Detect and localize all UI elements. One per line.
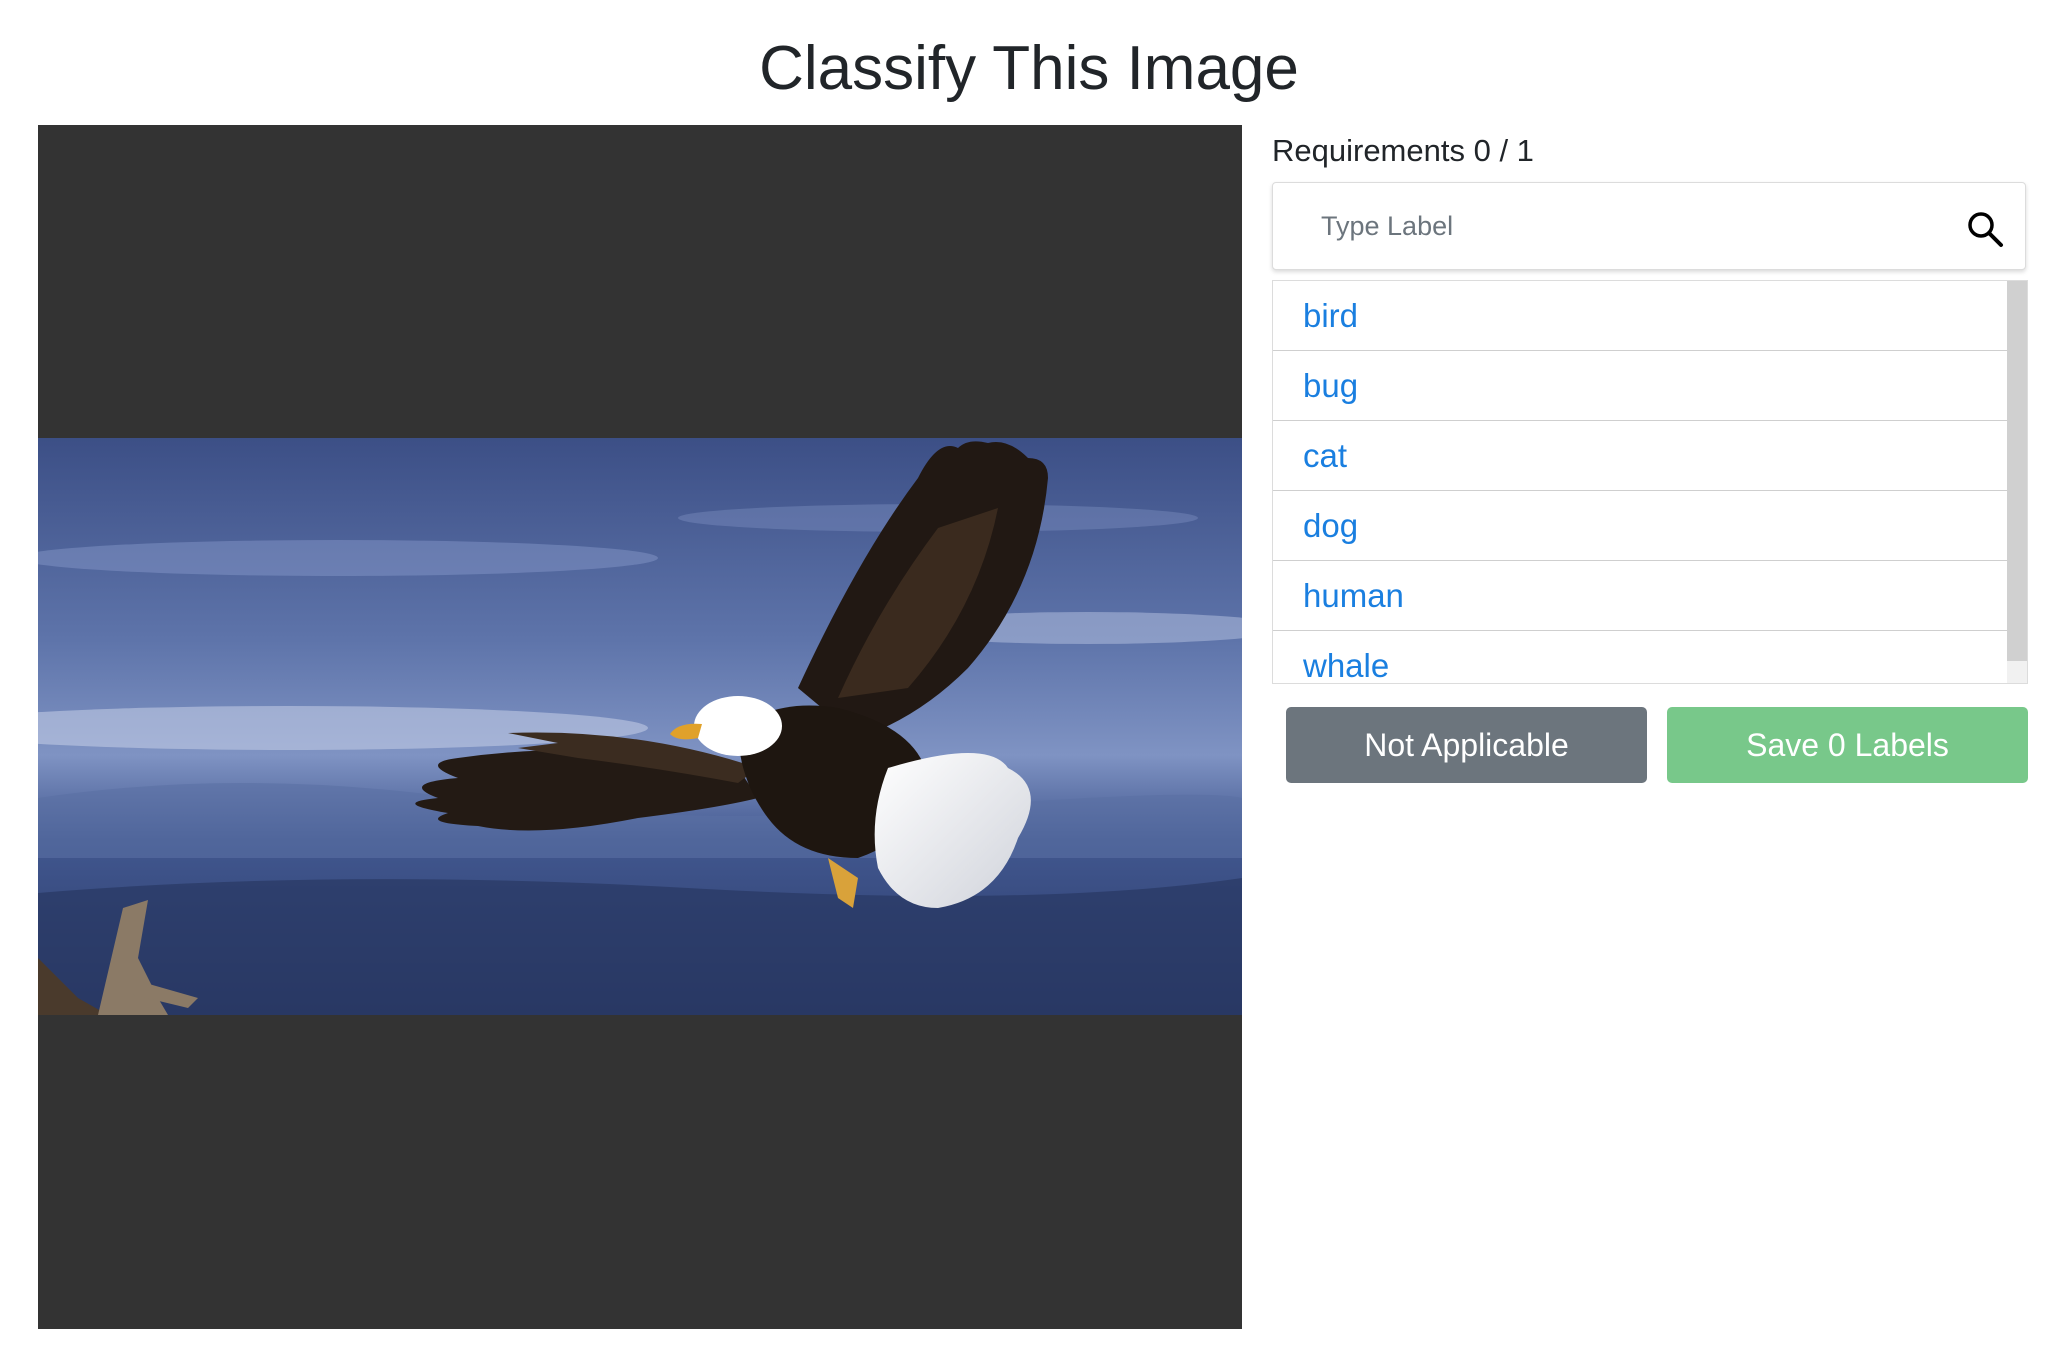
requirements-counter: Requirements 0 / 1 (1272, 133, 1534, 168)
search-icon[interactable] (1965, 209, 2005, 249)
list-item-bug[interactable]: bug (1273, 351, 2009, 421)
label-search-box[interactable] (1272, 182, 2026, 270)
list-item-bird[interactable]: bird (1273, 281, 2009, 351)
list-item-human[interactable]: human (1273, 561, 2009, 631)
label-list-scrollbar[interactable] (2007, 281, 2027, 683)
list-item-dog[interactable]: dog (1273, 491, 2009, 561)
save-labels-button[interactable]: Save 0 Labels (1667, 707, 2028, 783)
image-viewer (38, 125, 1242, 1329)
not-applicable-button[interactable]: Not Applicable (1286, 707, 1647, 783)
eagle-photo (38, 438, 1242, 1015)
list-item-whale[interactable]: whale (1273, 631, 2009, 683)
list-item-cat[interactable]: cat (1273, 421, 2009, 491)
scrollbar-thumb[interactable] (2007, 281, 2027, 661)
page: Classify This Image Requirements 0 / 1 T… (0, 0, 2058, 1348)
label-search-input[interactable] (1321, 199, 1921, 253)
page-title: Classify This Image (759, 34, 1299, 103)
label-list[interactable]: bird bug cat dog human whale (1272, 280, 2028, 684)
